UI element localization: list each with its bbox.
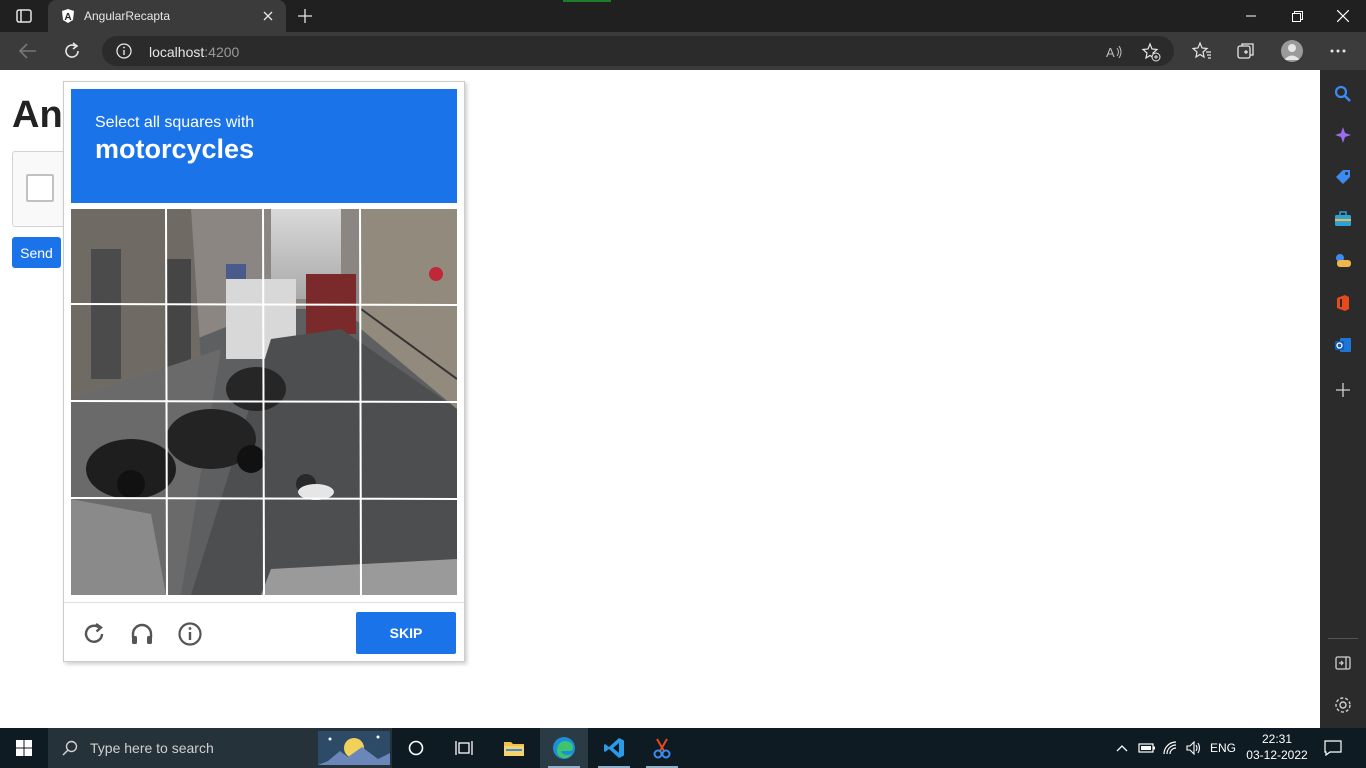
search-magnifier-icon: [62, 740, 78, 756]
wifi-icon[interactable]: [1160, 728, 1182, 768]
grid-tile[interactable]: [71, 403, 166, 498]
back-arrow-icon[interactable]: [14, 37, 42, 65]
sidebar-divider: [1328, 638, 1358, 639]
shopping-icon[interactable]: [1331, 165, 1355, 189]
outlook-icon[interactable]: [1331, 333, 1355, 357]
grid-tile[interactable]: [362, 500, 457, 595]
grid-tile[interactable]: [362, 403, 457, 498]
volume-icon[interactable]: [1183, 728, 1205, 768]
more-icon[interactable]: [1324, 37, 1352, 65]
grid-tile[interactable]: [71, 209, 166, 304]
close-window-icon[interactable]: [1320, 0, 1366, 32]
window-indicator: [563, 0, 611, 2]
new-tab-icon[interactable]: [292, 4, 318, 28]
angular-favicon-icon: A: [60, 8, 76, 24]
page-content: An Send Select all squares with motorcyc…: [0, 70, 1320, 728]
edge-sidebar: [1320, 70, 1366, 728]
clock[interactable]: 22:31 03-12-2022: [1240, 731, 1314, 765]
grid-tile[interactable]: [265, 500, 360, 595]
cortana-icon[interactable]: [392, 728, 440, 768]
snipping-tool-icon[interactable]: [638, 728, 686, 768]
office-icon[interactable]: [1331, 291, 1355, 315]
audio-challenge-icon[interactable]: [128, 620, 156, 648]
battery-icon[interactable]: [1136, 728, 1158, 768]
search-placeholder: Type here to search: [90, 740, 214, 756]
games-icon[interactable]: [1331, 249, 1355, 273]
read-aloud-icon[interactable]: A: [1104, 41, 1126, 63]
grid-tile[interactable]: [362, 209, 457, 304]
favorites-icon[interactable]: [1188, 37, 1216, 65]
help-info-icon[interactable]: [176, 620, 204, 648]
reload-icon[interactable]: [80, 620, 108, 648]
hide-sidebar-icon[interactable]: [1331, 651, 1355, 675]
collections-icon[interactable]: [1232, 37, 1260, 65]
vscode-icon[interactable]: [590, 728, 638, 768]
page-title: An: [12, 94, 63, 136]
search-icon[interactable]: [1331, 82, 1355, 106]
skip-button[interactable]: SKIP: [356, 612, 456, 654]
grid-tile[interactable]: [168, 306, 263, 401]
url-port: :4200: [204, 44, 240, 60]
tools-icon[interactable]: [1331, 207, 1355, 231]
send-button[interactable]: Send: [12, 237, 61, 268]
recaptcha-challenge: Select all squares with motorcycles SKIP: [63, 81, 465, 662]
close-tab-icon[interactable]: [258, 6, 278, 26]
settings-icon[interactable]: [1331, 693, 1355, 717]
grid-tile[interactable]: [71, 306, 166, 401]
svg-text:A: A: [64, 12, 71, 23]
search-highlight-icon: [318, 731, 390, 765]
show-hidden-icons-icon[interactable]: [1112, 728, 1132, 768]
site-info-icon[interactable]: [116, 43, 132, 59]
challenge-target: motorcycles: [95, 134, 255, 164]
copilot-icon[interactable]: [1331, 123, 1355, 147]
grid-tile[interactable]: [265, 306, 360, 401]
url-text: localhost:4200: [149, 44, 239, 60]
taskbar: Type here to search ENG 22:31 03-12-2022: [0, 728, 1366, 768]
profile-icon[interactable]: [1278, 37, 1306, 65]
address-bar[interactable]: localhost:4200 A: [102, 36, 1174, 66]
tab-actions-icon[interactable]: [10, 6, 38, 26]
grid-tile[interactable]: [265, 403, 360, 498]
svg-text:A: A: [1106, 45, 1115, 59]
add-icon[interactable]: [1331, 378, 1355, 402]
grid-tile[interactable]: [71, 500, 166, 595]
tab-title: AngularRecapta: [84, 9, 171, 23]
file-explorer-icon[interactable]: [490, 728, 538, 768]
grid-tile[interactable]: [265, 209, 360, 304]
windows-start-icon[interactable]: [0, 728, 48, 768]
edge-taskbar-icon[interactable]: [540, 728, 588, 768]
challenge-instruction: Select all squares with: [95, 114, 255, 131]
image-grid: [71, 209, 457, 595]
recaptcha-checkbox[interactable]: [26, 174, 54, 202]
refresh-icon[interactable]: [58, 37, 86, 65]
add-favorite-icon[interactable]: [1140, 41, 1162, 63]
browser-tab[interactable]: A AngularRecapta: [48, 0, 286, 32]
clock-time: 22:31: [1261, 732, 1293, 746]
task-view-icon[interactable]: [440, 728, 488, 768]
grid-tile[interactable]: [168, 500, 263, 595]
url-host: localhost: [149, 44, 205, 60]
taskbar-search[interactable]: Type here to search: [48, 728, 392, 768]
language-indicator[interactable]: ENG: [1208, 728, 1238, 768]
clock-date: 03-12-2022: [1246, 748, 1308, 762]
grid-tile[interactable]: [168, 209, 263, 304]
restore-icon[interactable]: [1274, 0, 1320, 32]
title-bar: A AngularRecapta: [0, 0, 1366, 32]
navigation-bar: localhost:4200 A: [0, 32, 1366, 70]
challenge-header: Select all squares with motorcycles: [71, 89, 457, 203]
grid-tile[interactable]: [362, 306, 457, 401]
footer-divider: [64, 602, 464, 603]
notifications-icon[interactable]: [1318, 728, 1348, 768]
minimize-icon[interactable]: [1228, 0, 1274, 32]
grid-tile[interactable]: [168, 403, 263, 498]
